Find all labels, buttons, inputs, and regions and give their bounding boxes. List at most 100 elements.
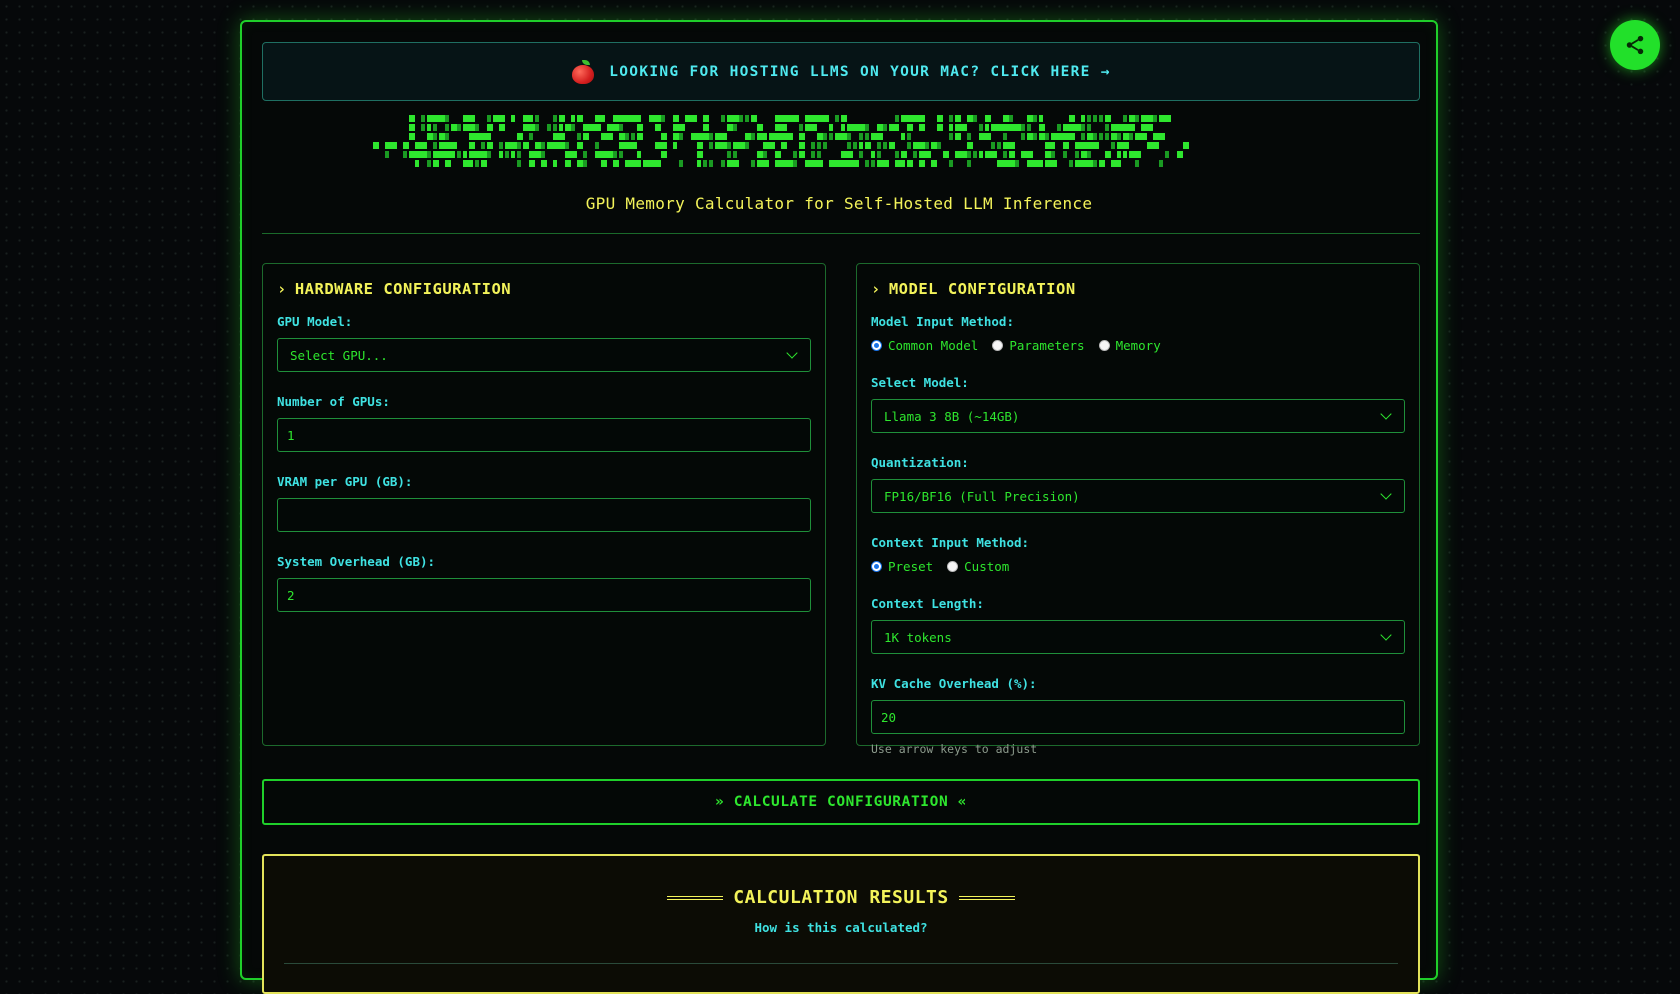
logo-block bbox=[1135, 160, 1139, 167]
logo-block bbox=[793, 151, 797, 158]
quantization-select[interactable]: FP16/BF16 (Full Precision) bbox=[871, 479, 1405, 513]
logo-block bbox=[841, 160, 847, 167]
logo-block bbox=[433, 133, 437, 140]
radio-parameters[interactable]: Parameters bbox=[992, 338, 1085, 353]
logo-block bbox=[979, 151, 983, 158]
logo-block bbox=[817, 133, 823, 140]
logo-block bbox=[1135, 115, 1139, 122]
radio-memory[interactable]: Memory bbox=[1098, 338, 1161, 353]
logo-block bbox=[481, 142, 485, 149]
logo-block bbox=[385, 151, 389, 158]
logo-block bbox=[847, 160, 853, 167]
quantization-value: FP16/BF16 (Full Precision) bbox=[884, 488, 1080, 504]
logo-block bbox=[1003, 133, 1007, 140]
logo-block bbox=[661, 142, 667, 149]
logo-block bbox=[811, 160, 817, 167]
logo-block bbox=[439, 142, 445, 149]
logo-block bbox=[823, 115, 829, 122]
radio-label: Parameters bbox=[1009, 338, 1085, 353]
logo-block bbox=[913, 115, 919, 122]
logo-block bbox=[1159, 133, 1165, 140]
gpu-model-select[interactable]: Select GPU... bbox=[277, 338, 811, 372]
radio-custom[interactable]: Custom bbox=[947, 559, 1009, 574]
radio-dot[interactable] bbox=[871, 561, 882, 572]
share-button[interactable] bbox=[1610, 20, 1660, 70]
logo-block bbox=[1039, 160, 1043, 167]
vram-input[interactable] bbox=[277, 498, 811, 532]
logo-block bbox=[1081, 115, 1085, 122]
num-gpus-input[interactable]: 1 bbox=[277, 418, 811, 452]
results-title: CALCULATION RESULTS bbox=[264, 887, 1418, 908]
logo-block bbox=[517, 151, 521, 158]
mac-hosting-banner[interactable]: LOOKING FOR HOSTING LLMS ON YOUR MAC? CL… bbox=[262, 42, 1420, 101]
logo-block bbox=[1021, 133, 1025, 140]
logo-block bbox=[907, 160, 913, 167]
logo-block bbox=[961, 124, 967, 131]
logo-block bbox=[553, 124, 557, 131]
logo-block bbox=[817, 115, 823, 122]
title-rule-left bbox=[667, 895, 724, 900]
logo-block bbox=[1087, 160, 1093, 167]
logo-block bbox=[553, 160, 557, 167]
logo-block bbox=[487, 151, 491, 158]
logo-block bbox=[595, 142, 599, 149]
logo-block bbox=[1135, 151, 1141, 158]
logo-block bbox=[631, 115, 637, 122]
logo-block bbox=[1093, 133, 1097, 140]
calculate-button[interactable]: » CALCULATE CONFIGURATION « bbox=[262, 779, 1420, 825]
radio-dot[interactable] bbox=[871, 340, 882, 351]
logo-block bbox=[823, 142, 827, 149]
how-calculated-link[interactable]: How is this calculated? bbox=[264, 920, 1418, 935]
logo-block bbox=[1087, 124, 1091, 131]
logo-block bbox=[445, 151, 451, 158]
logo-block bbox=[451, 151, 455, 158]
radio-dot[interactable] bbox=[947, 561, 959, 572]
logo-block bbox=[1105, 115, 1111, 122]
radio-common-model[interactable]: Common Model bbox=[871, 338, 978, 353]
logo-block bbox=[1027, 124, 1031, 131]
logo-block bbox=[991, 151, 997, 158]
radio-dot[interactable] bbox=[1098, 340, 1110, 351]
logo-block bbox=[433, 115, 439, 122]
logo-block bbox=[577, 115, 583, 122]
logo-block bbox=[685, 115, 691, 122]
logo-block bbox=[811, 142, 815, 149]
radio-dot[interactable] bbox=[992, 340, 1004, 351]
logo-block bbox=[697, 160, 701, 167]
logo-block bbox=[1117, 160, 1121, 167]
logo-block bbox=[1123, 151, 1127, 158]
logo-block bbox=[565, 160, 571, 167]
system-overhead-input[interactable]: 2 bbox=[277, 578, 811, 612]
logo-block bbox=[559, 133, 565, 140]
radio-preset[interactable]: Preset bbox=[871, 559, 933, 574]
logo-block bbox=[1009, 142, 1015, 149]
context-length-select[interactable]: 1K tokens bbox=[871, 620, 1405, 654]
logo-block bbox=[1021, 151, 1027, 158]
logo-block bbox=[763, 142, 769, 149]
model-select[interactable]: Llama 3 8B (~14GB) bbox=[871, 399, 1405, 433]
logo-block bbox=[475, 160, 479, 167]
logo-block bbox=[613, 124, 619, 131]
main-container: LOOKING FOR HOSTING LLMS ON YOUR MAC? CL… bbox=[240, 20, 1438, 994]
logo-block bbox=[421, 151, 427, 158]
logo-block bbox=[1081, 124, 1085, 131]
logo-block bbox=[517, 133, 523, 140]
logo-block bbox=[973, 115, 977, 122]
logo-block bbox=[1117, 142, 1123, 149]
logo-block bbox=[703, 115, 709, 122]
logo-block bbox=[625, 115, 631, 122]
logo-block bbox=[529, 124, 535, 131]
logo-block bbox=[673, 115, 679, 122]
logo-block bbox=[709, 133, 713, 140]
logo-block bbox=[1063, 142, 1069, 149]
logo-block bbox=[577, 160, 583, 167]
share-icon bbox=[1626, 35, 1644, 55]
logo-block bbox=[1069, 133, 1075, 140]
logo-block bbox=[1033, 115, 1037, 122]
kv-cache-input[interactable]: 20 bbox=[871, 700, 1405, 734]
results-title-text: CALCULATION RESULTS bbox=[733, 887, 949, 908]
logo-block bbox=[883, 160, 889, 167]
logo-block bbox=[931, 142, 937, 149]
logo-block bbox=[853, 124, 859, 131]
logo-block bbox=[511, 142, 517, 149]
